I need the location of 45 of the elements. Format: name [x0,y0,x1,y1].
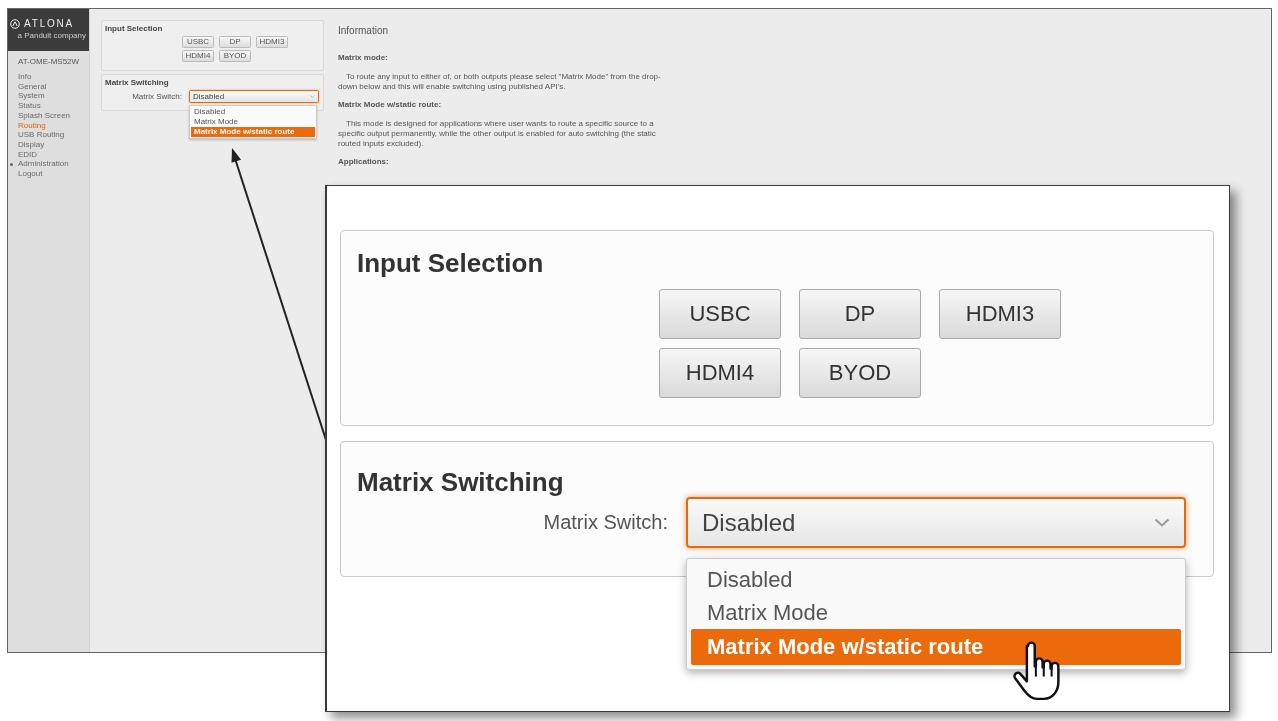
dropdown-field[interactable]: Disabled [686,497,1186,548]
input-button[interactable]: USBC [659,289,781,339]
input-button[interactable]: DP [799,289,921,339]
info-paragraph: To route any input to either of, or both outputs please select "Matrix Mode" from the drop-down below and this will enable switching using published API's. [338,72,662,92]
chevron-down-icon [310,95,315,98]
info-heading: Matrix mode: [338,53,389,63]
dropdown-option[interactable]: Matrix Mode [691,596,1181,629]
input-button[interactable]: HDMI4 [659,348,781,398]
info-heading: Applications: [338,157,390,167]
info-title: Information [338,25,390,37]
logo-tagline: a Panduit company [17,31,86,41]
input-button[interactable]: BYOD [219,50,251,62]
sidebar-link[interactable]: Splash Screen [18,110,71,121]
sidebar-link[interactable]: Administration [10,159,69,170]
panel-title: Matrix Switching [357,467,565,497]
device-name: AT-OME-MS52W [16,57,81,67]
input-button[interactable]: HDMI3 [939,289,1061,339]
input-button[interactable]: HDMI4 [182,50,214,62]
logo-icon [10,19,20,29]
sidebar-link[interactable]: EDID [18,149,38,160]
dropdown-option[interactable]: Disabled [191,107,315,117]
input-button[interactable]: DP [219,36,251,48]
field-label: Matrix Switch: [542,510,668,535]
input-button[interactable]: USBC [182,36,214,48]
sidebar-link[interactable]: Display [18,139,45,150]
panel-title: Input Selection [357,247,545,279]
input-button[interactable]: BYOD [799,348,921,398]
sidebar-link[interactable]: Logout [18,169,43,179]
dropdown-option[interactable]: Matrix Mode [191,117,315,127]
info-heading: Matrix Mode w/static route: [338,100,443,110]
dropdown-option[interactable]: Disabled [691,563,1181,596]
sidebar-link[interactable]: System [18,91,45,102]
info-paragraph: This mode is designed for applications where user wants to route a specific source to a specific output permanently, while the other output is enabled for auto switching (the static routed inputs excluded). [338,119,657,149]
chevron-down-icon [1154,518,1170,527]
field-label: Matrix Switch: [131,91,182,103]
sidebar-link[interactable]: Info [18,72,32,82]
sidebar-link[interactable]: Status [18,101,41,111]
input-button[interactable]: HDMI3 [256,36,288,48]
panel-title: Input Selection [105,24,164,34]
dropdown-field[interactable]: Disabled [189,90,319,103]
bullet-icon [10,162,13,166]
sidebar-link[interactable]: USB Routing [18,130,65,140]
logo-text: ATLONA [24,18,75,30]
panel-title: Matrix Switching [105,78,170,88]
sidebar-link[interactable]: General [18,81,47,92]
